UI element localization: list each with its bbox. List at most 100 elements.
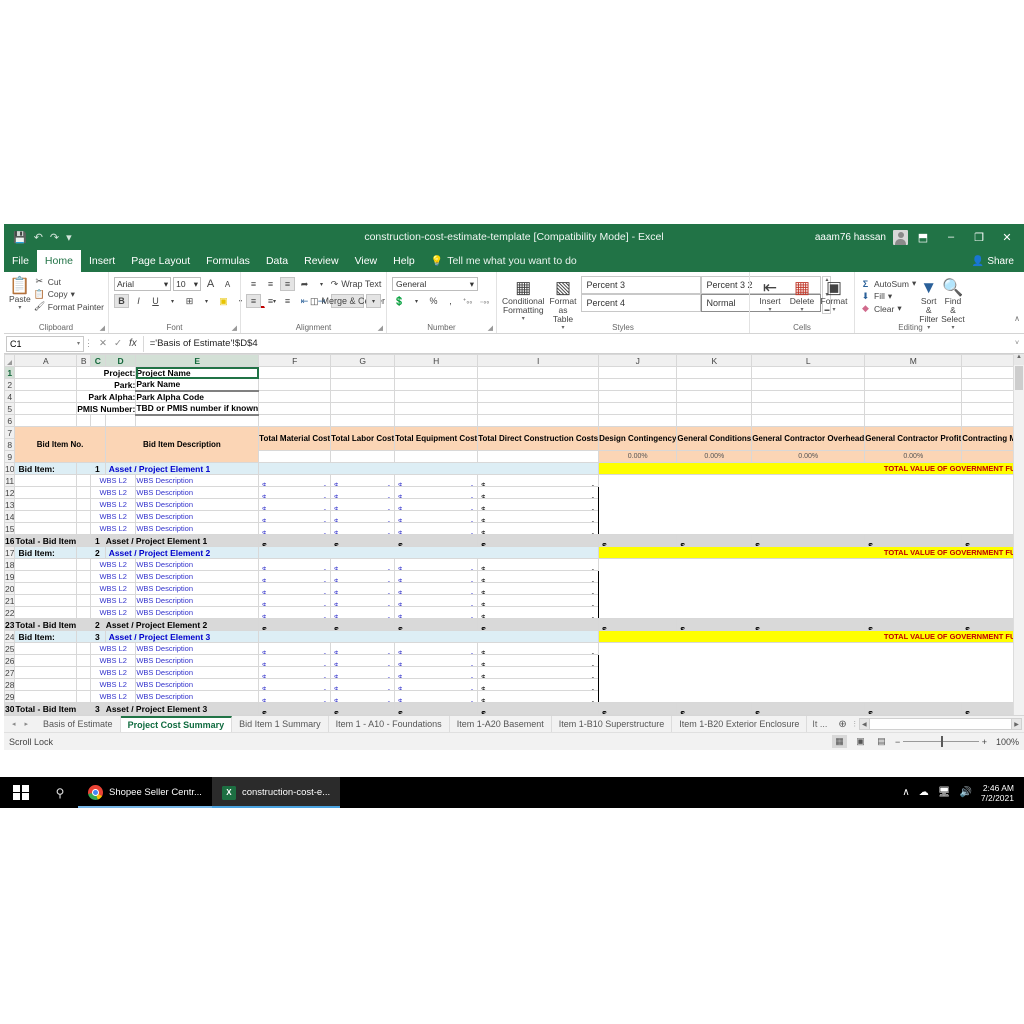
column-header-g[interactable]: G <box>330 354 396 367</box>
increase-decimal-button[interactable]: ⁺₀₀ <box>460 294 475 308</box>
wbs-desc-1-2[interactable]: WBS Description <box>135 486 260 499</box>
column-header-c[interactable]: C <box>90 354 106 367</box>
direct-1-1[interactable] <box>477 474 600 487</box>
bid-item-1-number[interactable]: 1 <box>76 462 106 475</box>
header-design-contingency[interactable]: Design Contingency <box>598 426 678 451</box>
expand-formula-bar-icon[interactable]: ˅ <box>1010 340 1024 347</box>
column-header-f[interactable]: F <box>258 354 332 367</box>
equipment-2-4[interactable] <box>394 594 479 607</box>
zoom-out-button[interactable]: − <box>895 737 900 747</box>
total-number-1[interactable]: 1 <box>76 534 106 547</box>
tab-page-layout[interactable]: Page Layout <box>123 250 198 272</box>
row-header-22[interactable]: 22 <box>4 606 16 619</box>
direct-1-2[interactable] <box>477 486 600 499</box>
header-total-direct-construction-costs[interactable]: Total Direct Construction Costs <box>477 426 600 451</box>
cell-l4[interactable] <box>751 390 866 403</box>
bid-item-1-label[interactable]: Bid Item: <box>14 462 78 475</box>
underline-button[interactable]: U <box>148 294 163 308</box>
row-header-10[interactable]: 10 <box>4 462 16 475</box>
equipment-2-2[interactable] <box>394 570 479 583</box>
onedrive-icon[interactable]: ☁ <box>919 787 929 798</box>
cell-b25[interactable] <box>76 642 92 655</box>
labor-3-2[interactable] <box>330 654 396 667</box>
cell-a2[interactable] <box>14 378 78 391</box>
column-header-j[interactable]: J <box>598 354 678 367</box>
sheet-tab-overflow[interactable]: It ... <box>807 716 832 732</box>
conditional-formatting-caret-icon[interactable]: ▾ <box>522 315 525 322</box>
total-overhead-2[interactable] <box>751 618 866 631</box>
row-header-27[interactable]: 27 <box>4 666 16 679</box>
row-header-2[interactable]: 2 <box>4 378 16 391</box>
cell-a14[interactable] <box>14 510 78 523</box>
row-header-15[interactable]: 15 <box>4 522 16 535</box>
row-header-11[interactable]: 11 <box>4 474 16 487</box>
total-labor-3[interactable] <box>330 702 396 715</box>
wbs-level-2-2[interactable]: WBS L2 <box>90 570 137 583</box>
total-material-2[interactable] <box>258 618 332 631</box>
align-top-button[interactable]: ≡ <box>246 277 261 291</box>
cell-a27[interactable] <box>14 666 78 679</box>
copy-caret-icon[interactable]: ▾ <box>71 289 75 300</box>
borders-button[interactable]: ⊞ <box>182 294 197 308</box>
material-1-3[interactable] <box>258 498 332 511</box>
row-header-26[interactable]: 26 <box>4 654 16 667</box>
cell-m6[interactable] <box>864 414 963 427</box>
vertical-scroll-thumb[interactable] <box>1015 366 1023 390</box>
total-number-2[interactable]: 2 <box>76 618 106 631</box>
cell-j1[interactable] <box>598 366 678 379</box>
row-header-25[interactable]: 25 <box>4 642 16 655</box>
cell-j2[interactable] <box>598 378 678 391</box>
bid-item-3-number[interactable]: 3 <box>76 630 106 643</box>
direct-3-1[interactable] <box>477 642 600 655</box>
cell-b21[interactable] <box>76 594 92 607</box>
cell-b2-park-label[interactable]: Park: <box>76 378 137 391</box>
cell-k5[interactable] <box>676 402 753 415</box>
chevron-down-icon[interactable]: ▾ <box>470 279 474 290</box>
cell-b20[interactable] <box>76 582 92 595</box>
tab-split-handle[interactable]: ⋮ <box>851 716 858 732</box>
cell-a29[interactable] <box>14 690 78 703</box>
material-1-2[interactable] <box>258 486 332 499</box>
cell-j4[interactable] <box>598 390 678 403</box>
sheet-tab-item-1-a10-foundations[interactable]: Item 1 - A10 - Foundations <box>329 716 450 732</box>
cell-b15[interactable] <box>76 522 92 535</box>
cell-a11[interactable] <box>14 474 78 487</box>
cell-j5[interactable] <box>598 402 678 415</box>
cell-b4-park-alpha-label[interactable]: Park Alpha: <box>76 390 137 403</box>
align-middle-button[interactable]: ≡ <box>263 277 278 291</box>
wbs-desc-3-2[interactable]: WBS Description <box>135 654 260 667</box>
labor-3-4[interactable] <box>330 678 396 691</box>
cell-i2[interactable] <box>477 378 600 391</box>
cell-l2[interactable] <box>751 378 866 391</box>
total-direct-3[interactable] <box>477 702 600 715</box>
total-profit-1[interactable] <box>864 534 963 547</box>
cell-i6[interactable] <box>477 414 600 427</box>
fill-color-button[interactable]: ▣ <box>216 294 231 308</box>
cell-a22[interactable] <box>14 606 78 619</box>
header-total-material-cost[interactable]: Total Material Cost <box>258 426 332 451</box>
cell-m5[interactable] <box>864 402 963 415</box>
delete-cells-button[interactable]: ▦ Delete ▾ <box>787 276 817 323</box>
column-header-l[interactable]: L <box>751 354 866 367</box>
total-name-3[interactable]: Asset / Project Element 3 <box>104 702 260 715</box>
scroll-right-arrow-icon[interactable]: ▶ <box>1011 718 1022 730</box>
insert-function-icon[interactable]: fx <box>129 338 137 349</box>
pct-equipment[interactable] <box>394 450 479 463</box>
autosum-caret-icon[interactable]: ▾ <box>912 278 916 289</box>
comma-style-button[interactable]: , <box>443 294 458 308</box>
wbs-desc-3-4[interactable]: WBS Description <box>135 678 260 691</box>
bid-item-1-name[interactable]: Asset / Project Element 1 <box>104 462 260 475</box>
cell-j6[interactable] <box>598 414 678 427</box>
wbs-level-3-5[interactable]: WBS L2 <box>90 690 137 703</box>
redo-icon[interactable]: ↷ <box>50 231 59 244</box>
cell-m2[interactable] <box>864 378 963 391</box>
row-header-30[interactable]: 30 <box>4 702 16 715</box>
cell-b14[interactable] <box>76 510 92 523</box>
header-total-equipment-cost[interactable]: Total Equipment Cost <box>394 426 479 451</box>
cell-f6[interactable] <box>258 414 332 427</box>
pct-general-conditions[interactable]: 0.00% <box>676 450 753 463</box>
cell-f5[interactable] <box>258 402 332 415</box>
cell-b12[interactable] <box>76 486 92 499</box>
cell-a20[interactable] <box>14 582 78 595</box>
cell-h4[interactable] <box>394 390 479 403</box>
